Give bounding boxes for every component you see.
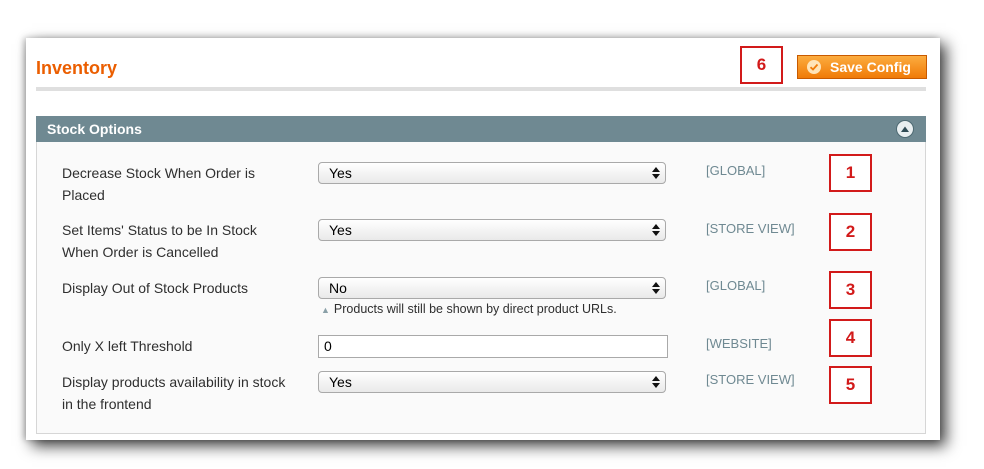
scope-website: [WEBSITE] [706,336,772,351]
select-value: No [329,280,347,296]
annotation-marker-2: 2 [829,213,872,251]
field-note-text: Products will still be shown by direct p… [333,302,617,316]
chevron-up-icon[interactable] [896,120,914,138]
row-label-in-stock-on-cancel: Set Items' Status to be In Stock When Or… [62,222,257,260]
check-circle-icon [807,60,821,74]
save-config-label: Save Config [830,59,911,75]
in-stock-on-cancel-select[interactable]: Yes [318,219,666,241]
select-value: Yes [329,222,352,238]
page-title: Inventory [36,58,118,78]
annotation-marker-1: 1 [829,154,872,192]
annotation-marker-6: 6 [740,46,783,84]
scope-global: [GLOBAL] [706,278,766,293]
annotation-marker-5: 5 [829,366,872,404]
select-arrows-icon [652,167,660,179]
save-config-button[interactable]: Save Config [797,55,927,79]
select-arrows-icon [652,224,660,236]
section-title: Stock Options [47,121,142,137]
decrease-stock-select[interactable]: Yes [318,162,666,184]
title-divider [36,87,926,91]
select-value: Yes [329,165,352,181]
row-label-display-out-of-stock: Display Out of Stock Products [62,280,248,296]
config-panel: Inventory Save Config Stock Options Decr… [26,38,940,440]
row-label-only-x-left: Only X left Threshold [62,338,193,354]
row-label-display-availability: Display products availability in stock i… [62,374,286,412]
select-value: Yes [329,374,352,390]
section-header-stock-options[interactable]: Stock Options [36,116,926,142]
only-x-left-threshold-input[interactable]: 0 [318,335,668,358]
triangle-up-icon: ▲ [321,305,330,315]
annotation-marker-4: 4 [829,319,872,357]
row-label-decrease-stock: Decrease Stock When Order is Placed [62,165,255,203]
annotation-marker-3: 3 [829,271,872,309]
field-note: ▲ Products will still be shown by direct … [321,302,617,316]
scope-store-view: [STORE VIEW] [706,372,795,387]
select-arrows-icon [652,282,660,294]
scope-global: [GLOBAL] [706,163,766,178]
scope-store-view: [STORE VIEW] [706,221,795,236]
section-body: Decrease Stock When Order is Placed Yes … [36,142,926,434]
select-arrows-icon [652,376,660,388]
display-availability-select[interactable]: Yes [318,371,666,393]
display-out-of-stock-select[interactable]: No [318,277,666,299]
